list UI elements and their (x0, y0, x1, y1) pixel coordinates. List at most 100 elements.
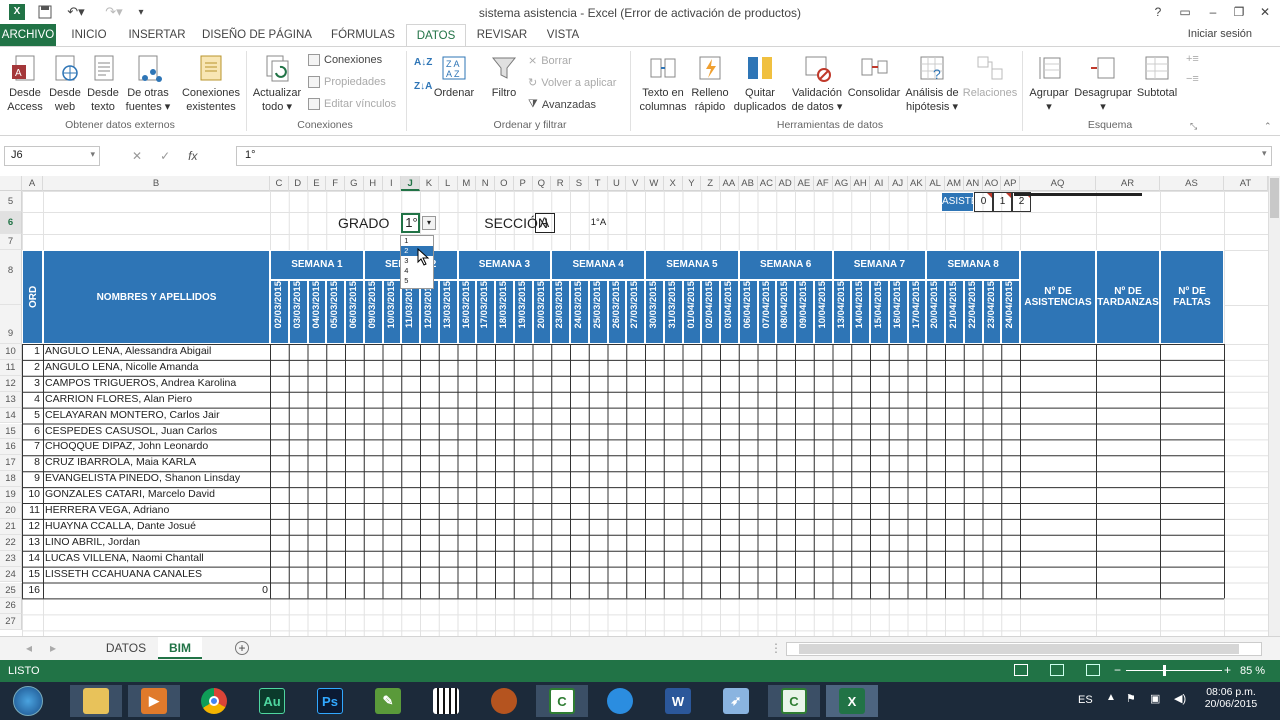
taskbar-chrome[interactable] (188, 685, 240, 717)
student-name[interactable]: CRUZ IBARROLA, Maia KARLA (45, 455, 268, 471)
tab-insertar[interactable]: INSERTAR (124, 24, 190, 46)
page-break-view-icon[interactable] (1086, 664, 1100, 676)
horizontal-scrollbar[interactable] (786, 642, 1262, 656)
student-number[interactable]: 4 (22, 392, 40, 408)
scroll-tabs-right-icon[interactable]: ▸ (44, 637, 62, 659)
reapply-button[interactable]: ↻ Volver a aplicar (528, 76, 616, 90)
tab-archivo[interactable]: ARCHIVO (0, 24, 56, 46)
sheet-tab-bim[interactable]: BIM (158, 637, 202, 659)
grado-select-cell[interactable]: 1° (401, 213, 420, 233)
student-name[interactable]: CAMPOS TRIGUEROS, Andrea Karolina (45, 376, 268, 392)
student-number[interactable]: 16 (22, 583, 40, 599)
student-name[interactable]: CELAYARAN MONTERO, Carlos Jair (45, 408, 268, 424)
minimize-icon[interactable]: – (1200, 2, 1226, 22)
existing-connections-button[interactable]: Conexiones existentes (180, 53, 242, 114)
asistencia-code-0[interactable]: 0 (974, 192, 993, 212)
taskbar-file-explorer[interactable] (70, 685, 122, 717)
vertical-scrollbar[interactable] (1268, 176, 1280, 636)
taskbar-app-blue[interactable]: ➶ (710, 685, 762, 717)
formula-input[interactable]: 1° (236, 146, 1272, 166)
sheet-tab-datos[interactable]: DATOS (96, 637, 156, 659)
student-number[interactable]: 6 (22, 424, 40, 440)
collapse-ribbon-icon[interactable]: ⌃ (1264, 121, 1272, 132)
student-number[interactable]: 11 (22, 503, 40, 519)
sort-az-icon[interactable]: A↓Z (414, 57, 432, 68)
insert-function-icon[interactable]: fx (188, 149, 197, 163)
seccion-value[interactable]: A (534, 213, 555, 233)
filter-button[interactable]: Filtro (484, 53, 524, 100)
zoom-slider[interactable] (1126, 670, 1222, 671)
relationships-button[interactable]: Relaciones (962, 53, 1018, 100)
refresh-all-button[interactable]: Actualizar todo ▾ (250, 53, 304, 114)
start-button[interactable] (2, 685, 54, 717)
restore-icon[interactable]: ❐ (1226, 2, 1252, 22)
tab-vista[interactable]: VISTA (538, 24, 588, 46)
subtotal-button[interactable]: Subtotal (1134, 53, 1180, 100)
close-icon[interactable]: ✕ (1252, 2, 1278, 22)
taskbar-messenger[interactable] (594, 685, 646, 717)
normal-view-icon[interactable] (1014, 664, 1028, 676)
show-hidden-icons-icon[interactable]: ▲ (1106, 692, 1116, 703)
student-number[interactable]: 13 (22, 535, 40, 551)
clear-filter-button[interactable]: ⨯ Borrar (528, 54, 572, 68)
tab-split-handle[interactable]: ⋮ (770, 637, 782, 659)
zoom-slider-thumb[interactable] (1163, 665, 1166, 676)
sign-in-link[interactable]: Iniciar sesión (1188, 28, 1252, 40)
student-number[interactable]: 15 (22, 567, 40, 583)
zoom-in-icon[interactable]: + (1224, 663, 1231, 677)
language-indicator[interactable]: ES (1078, 694, 1093, 706)
student-name[interactable]: CESPEDES CASUSOL, Juan Carlos (45, 424, 268, 440)
sort-za-icon[interactable]: Z↓A (414, 81, 432, 92)
properties-button[interactable]: Propiedades (308, 76, 386, 88)
student-name[interactable]: CHOQQUE DIPAZ, John Leonardo (45, 439, 268, 455)
taskbar-media-player[interactable]: ▶ (128, 685, 180, 717)
flash-fill-button[interactable]: Relleno rápido (690, 53, 730, 114)
taskbar-app-brown[interactable] (478, 685, 530, 717)
help-icon[interactable]: ? (1145, 2, 1171, 22)
taskbar-piano-app[interactable] (420, 685, 472, 717)
scroll-tabs-left-icon[interactable]: ◂ (20, 637, 38, 659)
clock[interactable]: 08:06 p.m. 20/06/2015 (1196, 686, 1266, 710)
ungroup-button[interactable]: Desagrupar ▾ (1072, 53, 1134, 114)
student-number[interactable]: 2 (22, 360, 40, 376)
remove-duplicates-button[interactable]: Quitar duplicados (732, 53, 788, 114)
student-name[interactable]: LISSETH CCAHUANA CANALES (45, 567, 268, 583)
taskbar-excel[interactable]: X (826, 685, 878, 717)
tab-diseno-pagina[interactable]: DISEÑO DE PÁGINA (198, 24, 316, 46)
student-name[interactable]: ANGULO LENA, Nicolle Amanda (45, 360, 268, 376)
student-number[interactable]: 14 (22, 551, 40, 567)
student-name[interactable]: HUAYNA CCALLA, Dante Josué (45, 519, 268, 535)
student-number[interactable]: 1 (22, 344, 40, 360)
student-name[interactable]: CARRION FLORES, Alan Piero (45, 392, 268, 408)
show-detail-icon[interactable]: +≡ (1186, 53, 1199, 65)
grado-seccion-combo[interactable]: 1°A (591, 212, 621, 234)
taskbar-camtasia-2[interactable]: C (768, 685, 820, 717)
taskbar-audition[interactable]: Au (246, 685, 298, 717)
student-name[interactable]: EVANGELISTA PINEDO, Shanon Linsday (45, 471, 268, 487)
zoom-level[interactable]: 85 % (1240, 665, 1265, 677)
horizontal-scroll-thumb[interactable] (799, 644, 1239, 654)
from-web-button[interactable]: Desde web (46, 53, 84, 114)
connections-button[interactable]: Conexiones (308, 54, 382, 66)
action-center-icon[interactable]: ⚑ (1126, 692, 1136, 705)
from-text-button[interactable]: Desde texto (84, 53, 122, 114)
student-number[interactable]: 8 (22, 455, 40, 471)
tab-datos[interactable]: DATOS (406, 24, 466, 46)
student-name[interactable]: LUCAS VILLENA, Naomi Chantall (45, 551, 268, 567)
student-name[interactable]: GONZALES CATARI, Marcelo David (45, 487, 268, 503)
taskbar-word[interactable]: W (652, 685, 704, 717)
from-access-button[interactable]: A Desde Access (4, 53, 46, 114)
student-number[interactable]: 3 (22, 376, 40, 392)
dialog-launcher-icon[interactable]: ⤡ (1190, 121, 1197, 132)
taskbar-app-green[interactable]: ✎ (362, 685, 414, 717)
taskbar-photoshop[interactable]: Ps (304, 685, 356, 717)
student-number[interactable]: 12 (22, 519, 40, 535)
student-number[interactable]: 9 (22, 471, 40, 487)
student-name[interactable]: ANGULO LENA, Alessandra Abigail (45, 344, 268, 360)
cancel-entry-icon[interactable]: ✕ (132, 149, 142, 163)
dropdown-option[interactable]: 5 (401, 276, 433, 286)
name-box[interactable]: J6 ▾ (4, 146, 100, 166)
namebox-dropdown-icon[interactable]: ▾ (90, 149, 95, 160)
expand-formula-icon[interactable]: ▾ (1262, 148, 1267, 159)
consolidate-button[interactable]: Consolidar (846, 53, 902, 100)
